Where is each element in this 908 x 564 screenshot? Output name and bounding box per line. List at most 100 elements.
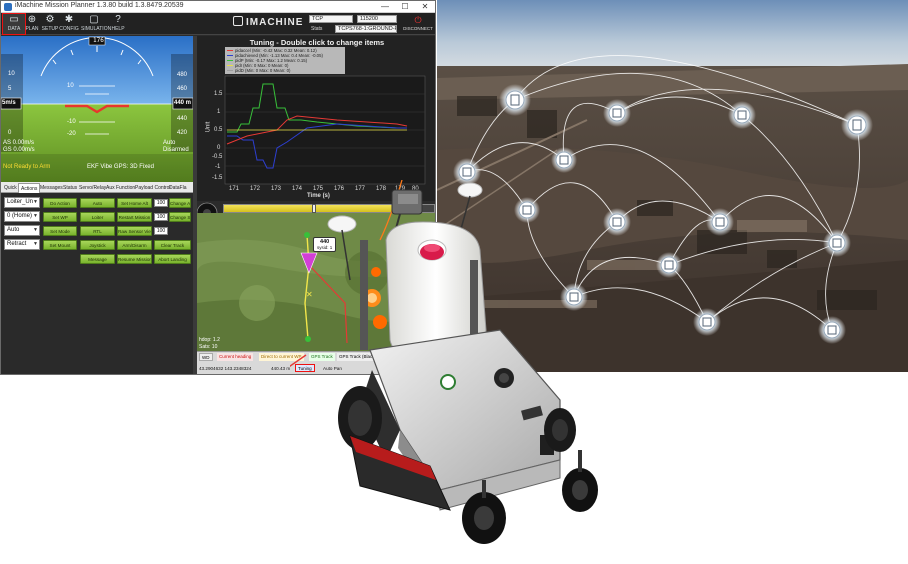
set-mode-button[interactable]: Set Mode xyxy=(43,226,77,236)
toolbar-simulation-button[interactable]: ▢ SIMULATION xyxy=(81,14,111,34)
ekf-vibe-gps-status: EKF Vibe GPS: 3D Fixed xyxy=(87,164,154,170)
stats-link[interactable]: Stats xyxy=(311,26,322,32)
mode-select[interactable]: Auto ▼ xyxy=(4,225,40,236)
baud-select[interactable]: 115200 xyxy=(357,15,397,23)
y-tick: -0.5 xyxy=(212,154,223,160)
disconnect-label: DISCONNECT xyxy=(403,26,433,31)
waypoint-select-value: 0 (Home) xyxy=(7,213,33,219)
app-icon xyxy=(4,3,12,11)
alt-stepper[interactable]: 100 xyxy=(154,199,168,207)
toolbar-help-button[interactable]: ? HELP xyxy=(107,14,129,34)
robot-illustration xyxy=(290,180,598,544)
heading-readout: 176 xyxy=(93,37,104,44)
y-tick: 1 xyxy=(217,109,221,115)
maximize-button[interactable]: ☐ xyxy=(395,1,415,13)
tuning-graph[interactable]: Tuning - Double click to change items pi… xyxy=(197,36,435,201)
raw-sensor-view-button[interactable]: Raw Sensor View xyxy=(117,226,152,236)
groundspeed-status: GS 0.00m/s xyxy=(3,147,35,153)
actions-panel: Loiter_Un ▼ 0 (Home) ▼ Auto ▼ Retract ▼ Do A… xyxy=(1,193,193,374)
mount-select[interactable]: Retract ▼ xyxy=(4,239,40,250)
hdop-readout: hdop: 1.2 xyxy=(199,337,220,343)
composite-image: iMachine Mission Planner 1.3.80 build 1.… xyxy=(0,0,908,564)
y-tick: 0.5 xyxy=(214,127,223,133)
tab-dataflash[interactable]: DataFla xyxy=(167,183,189,193)
clear-track-button[interactable]: Clear Track xyxy=(154,240,191,250)
altitude-tick: 480 xyxy=(177,72,188,78)
legend-swatch xyxy=(227,49,233,51)
auto-button[interactable]: Auto xyxy=(80,198,115,208)
mount-select-value: Retract xyxy=(7,241,27,247)
action-select-value: Loiter_Un xyxy=(7,199,34,205)
toolbar-help-label: HELP xyxy=(111,26,125,32)
tab-quick[interactable]: Quick xyxy=(2,183,19,193)
abort-landing-button[interactable]: Abort Landing xyxy=(154,254,191,264)
speed-stepper[interactable]: 100 xyxy=(154,213,168,221)
do-action-button[interactable]: Do Action xyxy=(43,198,77,208)
set-wp-button[interactable]: Set WP xyxy=(43,212,77,222)
change-speed-button[interactable]: Change Speed xyxy=(169,212,191,222)
speed-tick: 10 xyxy=(8,71,15,77)
pitch-label: 10 xyxy=(67,83,74,89)
rtl-button[interactable]: RTL xyxy=(80,226,115,236)
altitude-tick: 420 xyxy=(177,130,188,136)
chevron-down-icon: ▼ xyxy=(33,199,38,205)
loiter-button[interactable]: Loiter xyxy=(80,212,115,222)
restart-mission-button[interactable]: Restart Mission xyxy=(117,212,152,222)
disconnect-button[interactable]: ⏻ DISCONNECT xyxy=(401,15,435,34)
connection-type-select[interactable]: TCP xyxy=(309,15,353,23)
help-icon: ? xyxy=(115,14,121,25)
minimize-button[interactable]: — xyxy=(375,1,395,13)
arm-disarm-button[interactable]: Arm/Disarm xyxy=(117,240,152,250)
altitude-tick: 440 xyxy=(177,116,188,122)
legend-swatch xyxy=(227,59,233,61)
toolbar-config-label: CONFIG xyxy=(59,26,79,32)
action-select[interactable]: Loiter_Un ▼ xyxy=(4,197,40,208)
legend-swatch xyxy=(227,64,233,66)
chevron-down-icon: ▼ xyxy=(33,213,38,219)
altitude-tick: 460 xyxy=(177,86,188,92)
value-stepper[interactable]: 100 xyxy=(154,227,168,235)
speed-tick: 5 xyxy=(8,86,12,92)
current-heading-legend: Current heading xyxy=(217,353,254,361)
altitude-status-readout: 440.43 m xyxy=(271,366,291,371)
set-mount-button[interactable]: Set Mount xyxy=(43,240,77,250)
x-tick: 171 xyxy=(229,186,240,192)
y-tick: 0 xyxy=(217,145,221,151)
y-tick: -1 xyxy=(215,164,221,170)
hud-attitude-indicator: 176 10 5 5m/s 0 480 460 440 m 440 420 10… xyxy=(1,36,193,182)
message-button[interactable]: Message xyxy=(80,254,115,264)
x-tick: 173 xyxy=(271,186,282,192)
y-tick: 1.5 xyxy=(214,91,223,97)
set-home-alt-button[interactable]: Set Home Alt xyxy=(117,198,152,208)
wrench-icon: ✱ xyxy=(64,14,74,25)
speed-readout: 5m/s xyxy=(2,100,16,106)
change-alt-button[interactable]: Change Alt xyxy=(169,198,191,208)
chevron-down-icon: ▼ xyxy=(33,241,38,247)
arming-status: Not Ready to Arm xyxy=(3,164,51,170)
legend-swatch xyxy=(227,69,233,71)
y-tick: -1.5 xyxy=(212,175,223,181)
chart-legend: pidaccel (Min: -0.42 Max: 0.32 Mean: 0.1… xyxy=(225,47,345,74)
brand-logo: IMACHINE xyxy=(233,16,313,30)
flight-mode-status: Auto xyxy=(163,140,176,146)
brand-name: IMACHINE xyxy=(246,17,304,28)
x-tick: 172 xyxy=(250,186,261,192)
close-button[interactable]: ✕ xyxy=(415,1,435,13)
pitch-label: -10 xyxy=(67,119,76,125)
sats-readout: Sats: 10 xyxy=(199,344,218,350)
armed-state: Disarmed xyxy=(163,147,189,153)
airspeed-status: AS 0.00m/s xyxy=(3,140,35,146)
joystick-button[interactable]: Joystick xyxy=(80,240,115,250)
altitude-readout: 440 m xyxy=(174,100,192,106)
prefix-readout: WD xyxy=(199,353,213,361)
sprayer-robot-photo xyxy=(290,180,620,564)
y-axis-label: Unit xyxy=(205,121,212,133)
brand-mark-icon xyxy=(233,16,243,26)
pitch-label: -20 xyxy=(67,131,76,137)
window-title: iMachine Mission Planner 1.3.80 build 1.… xyxy=(15,2,184,9)
toolbar-config-button[interactable]: ✱ CONFIG xyxy=(58,14,80,34)
waypoint-select[interactable]: 0 (Home) ▼ xyxy=(4,211,40,222)
resume-mission-button[interactable]: Resume Mission xyxy=(117,254,152,264)
legend-item: pidD (Min: 0 Max: 0 Mean: 0) xyxy=(227,68,343,73)
port-select[interactable]: TCPS768-1:GROUND-F xyxy=(335,25,397,33)
